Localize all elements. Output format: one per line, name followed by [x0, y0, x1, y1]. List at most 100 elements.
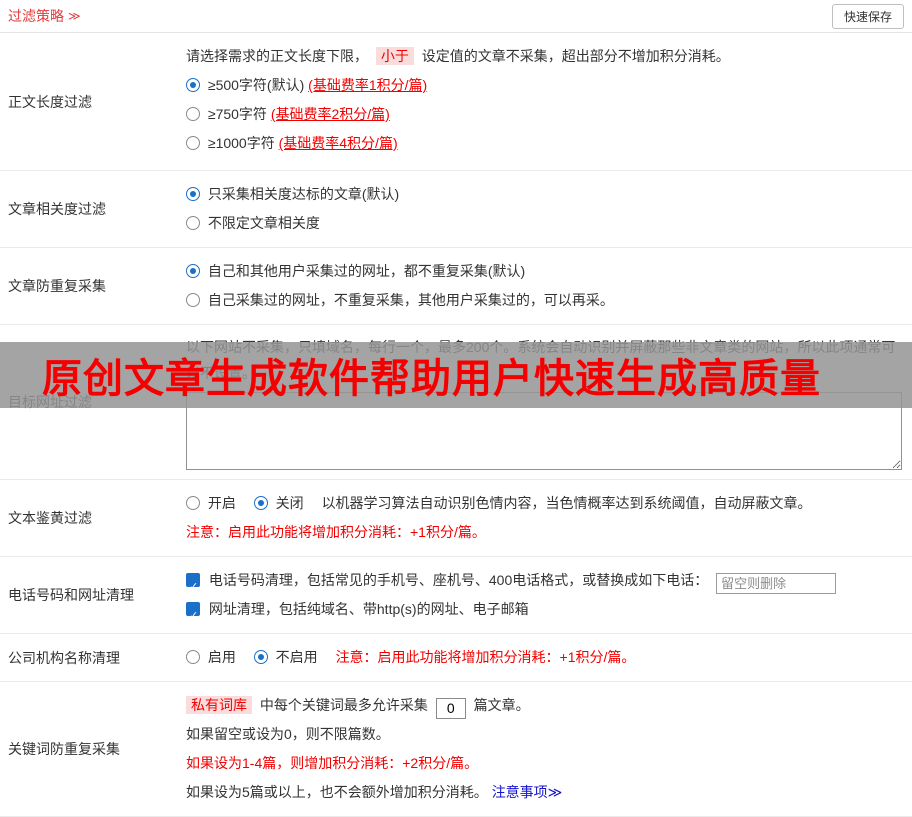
- option-text: 自己和其他用户采集过的网址，都不重复采集(默认): [207, 263, 526, 279]
- porn-off-radio[interactable]: [253, 496, 268, 510]
- notes-link[interactable]: 注意事项≫: [492, 784, 563, 800]
- phone-cleanup-checkbox[interactable]: [186, 573, 200, 602]
- option-text: 不启用: [275, 649, 318, 665]
- keyword-dedup-line1: 私有词库 中每个关键词最多允许采集 篇文章。: [186, 691, 902, 720]
- url-cleanup-label[interactable]: 网址清理，包括纯域名、带http(s)的网址、电子邮箱: [186, 601, 529, 631]
- company-disable-label[interactable]: 不启用: [253, 649, 322, 665]
- row-content-relevance: 只采集相关度达标的文章(默认) 不限定文章相关度: [178, 171, 912, 247]
- row-label-url: 目标网址过滤: [8, 394, 92, 410]
- company-cleanup-warning: 注意：启用此功能将增加积分消耗：+1积分/篇。: [335, 649, 636, 665]
- length-option-500-label[interactable]: ≥500字符(默认) (基础费率1积分/篇): [186, 77, 427, 93]
- row-label-relevance: 文章相关度过滤: [8, 201, 106, 217]
- keyword-dedup-line2: 如果留空或设为0，则不限篇数。: [186, 726, 390, 742]
- company-enable-radio[interactable]: [186, 650, 200, 664]
- relevance-option-any-radio[interactable]: [186, 216, 200, 230]
- row-label-porn: 文本鉴黄过滤: [8, 510, 92, 526]
- option-fee-note: (基础费率4积分/篇): [278, 135, 398, 151]
- length-intro: 请选择需求的正文长度下限， 小于 设定值的文章不采集，超出部分不增加积分消耗。: [186, 42, 902, 71]
- max-articles-input[interactable]: [435, 697, 466, 719]
- row-content-url: 以下网站不采集，只填域名，每行一个，最多200个。系统会自动识别并屏蔽那些非文章…: [178, 325, 912, 479]
- row-url-filter: 目标网址过滤 以下网站不采集，只填域名，每行一个，最多200个。系统会自动识别并…: [0, 325, 912, 480]
- option-text: 电话号码清理，包括常见的手机号、座机号、400电话格式，或替换成如下电话：: [208, 572, 709, 588]
- option-text: ≥750字符: [207, 106, 271, 122]
- phone-cleanup-label[interactable]: 电话号码清理，包括常见的手机号、座机号、400电话格式，或替换成如下电话：: [186, 572, 712, 602]
- option-text: ≥1000字符: [207, 135, 279, 151]
- row-content-dedup: 自己和其他用户采集过的网址，都不重复采集(默认) 自己采集过的网址，不重复采集，…: [178, 248, 912, 324]
- phone-cleanup-line: 电话号码清理，包括常见的手机号、座机号、400电话格式，或替换成如下电话：: [186, 566, 902, 602]
- length-option-1000-label[interactable]: ≥1000字符 (基础费率4积分/篇): [186, 135, 398, 151]
- length-intro-post: 设定值的文章不采集，超出部分不增加积分消耗。: [421, 48, 730, 64]
- chevron-double-icon[interactable]: ≫: [68, 9, 81, 23]
- length-intro-highlight: 小于: [375, 47, 414, 65]
- relevance-option-strict-label[interactable]: 只采集相关度达标的文章(默认): [186, 186, 399, 202]
- keyword-line1-post: 篇文章。: [473, 697, 530, 713]
- porn-filter-description: 以机器学习算法自动识别色情内容，当色情概率达到系统阈值，自动屏蔽文章。: [321, 495, 812, 511]
- row-content-porn: 开启 关闭 以机器学习算法自动识别色情内容，当色情概率达到系统阈值，自动屏蔽文章…: [178, 480, 912, 556]
- row-porn-filter: 文本鉴黄过滤 开启 关闭 以机器学习算法自动识别色情内容，当色情概率达到系统阈值…: [0, 480, 912, 557]
- row-length-filter: 正文长度过滤 请选择需求的正文长度下限， 小于 设定值的文章不采集，超出部分不增…: [0, 33, 912, 171]
- length-option-1000: ≥1000字符 (基础费率4积分/篇): [186, 129, 902, 158]
- company-disable-radio[interactable]: [253, 650, 268, 664]
- company-cleanup-options: 启用 不启用 注意：启用此功能将增加积分消耗：+1积分/篇。: [186, 643, 902, 672]
- length-option-1000-radio[interactable]: [186, 136, 200, 150]
- length-option-500: ≥500字符(默认) (基础费率1积分/篇): [186, 71, 902, 100]
- filter-strategy-page: 过滤策略 ≫ 快速保存 正文长度过滤 请选择需求的正文长度下限， 小于 设定值的…: [0, 0, 912, 817]
- dedup-option-own: 自己采集过的网址，不重复采集，其他用户采集过的，可以再采。: [186, 286, 902, 315]
- replacement-phone-input[interactable]: [716, 573, 837, 594]
- row-relevance-filter: 文章相关度过滤 只采集相关度达标的文章(默认) 不限定文章相关度: [0, 171, 912, 248]
- option-fee-note: (基础费率1积分/篇): [308, 77, 428, 93]
- keyword-dedup-line4: 如果设为5篇或以上，也不会额外增加积分消耗。 注意事项≫: [186, 778, 902, 807]
- option-text: 只采集相关度达标的文章(默认): [207, 186, 400, 202]
- page-title: 过滤策略 ≫: [8, 6, 81, 26]
- url-cleanup-checkbox[interactable]: [186, 602, 200, 631]
- dedup-option-own-radio[interactable]: [186, 293, 200, 307]
- page-header: 过滤策略 ≫ 快速保存: [0, 0, 912, 33]
- option-text: 不限定文章相关度: [207, 215, 320, 231]
- porn-off-label[interactable]: 关闭: [253, 495, 308, 511]
- row-keyword-dedup: 关键词防重复采集 私有词库 中每个关键词最多允许采集 篇文章。 如果留空或设为0…: [0, 682, 912, 817]
- row-dedup-filter: 文章防重复采集 自己和其他用户采集过的网址，都不重复采集(默认) 自己采集过的网…: [0, 248, 912, 325]
- option-text: 自己采集过的网址，不重复采集，其他用户采集过的，可以再采。: [207, 292, 614, 308]
- row-label-dedup: 文章防重复采集: [8, 278, 106, 294]
- row-label-keyword: 关键词防重复采集: [8, 741, 120, 757]
- row-phone-cleanup: 电话号码和网址清理 电话号码清理，包括常见的手机号、座机号、400电话格式，或替…: [0, 557, 912, 634]
- row-content-phone: 电话号码清理，包括常见的手机号、座机号、400电话格式，或替换成如下电话： 网址…: [178, 557, 912, 633]
- relevance-option-strict-radio[interactable]: [186, 187, 200, 201]
- length-option-750: ≥750字符 (基础费率2积分/篇): [186, 100, 902, 129]
- dedup-option-all: 自己和其他用户采集过的网址，都不重复采集(默认): [186, 257, 902, 286]
- length-option-500-radio[interactable]: [186, 78, 200, 92]
- row-label-phone: 电话号码和网址清理: [8, 587, 134, 603]
- dedup-option-all-radio[interactable]: [186, 264, 200, 278]
- page-title-text: 过滤策略: [8, 8, 64, 24]
- keyword-line1-mid: 中每个关键词最多允许采集: [259, 697, 428, 713]
- row-label-length: 正文长度过滤: [8, 93, 92, 110]
- dedup-option-own-label[interactable]: 自己采集过的网址，不重复采集，其他用户采集过的，可以再采。: [186, 292, 614, 308]
- relevance-option-any: 不限定文章相关度: [186, 209, 902, 238]
- dedup-option-all-label[interactable]: 自己和其他用户采集过的网址，都不重复采集(默认): [186, 263, 525, 279]
- keyword-line4-pre: 如果设为5篇或以上，也不会额外增加积分消耗。: [186, 784, 492, 800]
- length-option-750-label[interactable]: ≥750字符 (基础费率2积分/篇): [186, 106, 390, 122]
- url-cleanup-line: 网址清理，包括纯域名、带http(s)的网址、电子邮箱: [186, 595, 902, 631]
- private-lexicon-highlight: 私有词库: [186, 696, 252, 714]
- url-blacklist-textarea[interactable]: [186, 392, 902, 470]
- keyword-dedup-line3: 如果设为1-4篇，则增加积分消耗：+2积分/篇。: [186, 755, 479, 771]
- option-text: 启用: [207, 649, 236, 665]
- porn-on-label[interactable]: 开启: [186, 495, 240, 511]
- length-intro-pre: 请选择需求的正文长度下限，: [186, 48, 368, 64]
- length-option-750-radio[interactable]: [186, 107, 200, 121]
- company-enable-label[interactable]: 启用: [186, 649, 240, 665]
- row-content-company: 启用 不启用 注意：启用此功能将增加积分消耗：+1积分/篇。: [178, 634, 912, 681]
- option-fee-note: (基础费率2积分/篇): [270, 106, 390, 122]
- row-label-company: 公司机构名称清理: [8, 649, 120, 666]
- quick-save-button[interactable]: 快速保存: [831, 3, 904, 29]
- option-text: 网址清理，包括纯域名、带http(s)的网址、电子邮箱: [208, 601, 529, 617]
- porn-filter-warning: 注意：启用此功能将增加积分消耗：+1积分/篇。: [186, 524, 486, 540]
- relevance-option-any-label[interactable]: 不限定文章相关度: [186, 215, 320, 231]
- porn-filter-options: 开启 关闭 以机器学习算法自动识别色情内容，当色情概率达到系统阈值，自动屏蔽文章…: [186, 489, 902, 518]
- row-content-length: 请选择需求的正文长度下限， 小于 设定值的文章不采集，超出部分不增加积分消耗。 …: [178, 33, 912, 170]
- option-text: 关闭: [275, 495, 304, 511]
- option-text: ≥500字符(默认): [207, 77, 309, 93]
- relevance-option-strict: 只采集相关度达标的文章(默认): [186, 180, 902, 209]
- url-filter-description: 以下网站不采集，只填域名，每行一个，最多200个。系统会自动识别并屏蔽那些非文章…: [186, 339, 896, 381]
- porn-on-radio[interactable]: [186, 496, 200, 510]
